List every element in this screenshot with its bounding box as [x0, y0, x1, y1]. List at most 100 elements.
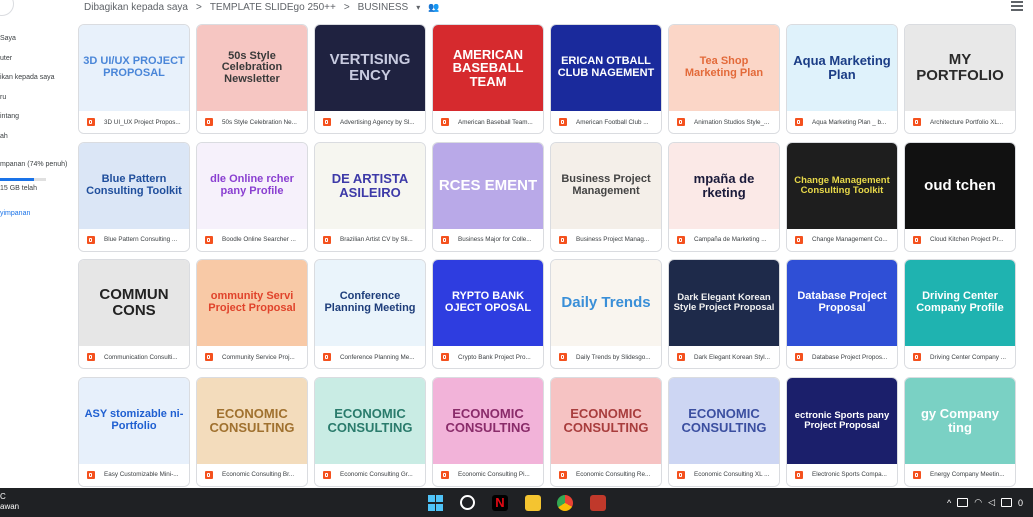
file-caption[interactable]: Brazilian Artist CV by Sli...: [315, 228, 425, 251]
file-caption[interactable]: Economic Consulting Br...: [197, 463, 307, 486]
file-caption[interactable]: 50s Style Celebration Ne...: [197, 111, 307, 133]
sidebar-item-trash[interactable]: ah: [0, 133, 8, 140]
file-thumbnail[interactable]: VERTISING ENCY: [315, 25, 425, 111]
file-thumbnail[interactable]: ECONOMIC CONSULTING: [669, 377, 779, 464]
sidebar-item-computers[interactable]: uter: [0, 55, 12, 62]
file-caption[interactable]: 3D UI_UX Project Propos...: [79, 111, 189, 133]
file-card[interactable]: dle Online rcher pany Profile Boodle Onli…: [196, 141, 308, 252]
file-card[interactable]: ECONOMIC CONSULTING Economic Consulting P…: [432, 376, 544, 487]
file-card[interactable]: AMERICAN BASEBALL TEAM American Baseball …: [432, 24, 544, 134]
sidebar-item-starred[interactable]: intang: [0, 113, 19, 120]
file-explorer-icon[interactable]: [525, 495, 541, 511]
file-thumbnail[interactable]: COMMUN CONS: [79, 260, 189, 346]
file-thumbnail[interactable]: dle Online rcher pany Profile: [197, 142, 307, 229]
file-thumbnail[interactable]: ERICAN OTBALL CLUB NAGEMENT: [551, 25, 661, 111]
netflix-icon[interactable]: N: [492, 495, 508, 511]
file-caption[interactable]: Economic Consulting Pi...: [433, 463, 543, 486]
file-caption[interactable]: Boodle Online Searcher ...: [197, 228, 307, 251]
file-caption[interactable]: Architecture Portfolio XL...: [905, 111, 1015, 133]
file-caption[interactable]: Database Project Propos...: [787, 346, 897, 368]
sidebar-item-shared[interactable]: ikan kepada saya: [0, 74, 54, 81]
file-caption[interactable]: Blue Pattern Consulting ...: [79, 228, 189, 251]
file-thumbnail[interactable]: Business Project Management: [551, 142, 661, 229]
breadcrumb-business[interactable]: BUSINESS: [358, 2, 409, 13]
file-card[interactable]: 50s Style Celebration Newsletter 50s Styl…: [196, 24, 308, 134]
file-card[interactable]: RCES EMENT Business Major for Colle...: [432, 141, 544, 252]
file-caption[interactable]: Daily Trends by Slidesgo...: [551, 346, 661, 368]
file-thumbnail[interactable]: oud tchen: [905, 142, 1015, 229]
file-thumbnail[interactable]: ECONOMIC CONSULTING: [197, 377, 307, 464]
file-card[interactable]: MY PORTFOLIO Architecture Portfolio XL...: [904, 24, 1016, 134]
breadcrumb-template-folder[interactable]: TEMPLATE SLIDEgo 250++: [210, 2, 336, 13]
file-thumbnail[interactable]: Tea Shop Marketing Plan: [669, 25, 779, 111]
file-thumbnail[interactable]: RYPTO BANK OJECT OPOSAL: [433, 260, 543, 346]
file-card[interactable]: Conference Planning Meeting Conference Pl…: [314, 259, 426, 369]
file-caption[interactable]: Driving Center Company ...: [905, 346, 1015, 368]
file-caption[interactable]: Communication Consulti...: [79, 346, 189, 368]
file-card[interactable]: ectronic Sports pany Project Proposal Ele…: [786, 376, 898, 487]
file-thumbnail[interactable]: 3D UI/UX PROJECT PROPOSAL: [79, 25, 189, 111]
file-caption[interactable]: Electronic Sports Compa...: [787, 463, 897, 486]
file-thumbnail[interactable]: Conference Planning Meeting: [315, 260, 425, 346]
display-icon[interactable]: [957, 498, 969, 507]
file-thumbnail[interactable]: Blue Pattern Consulting Toolkit: [79, 142, 189, 229]
file-thumbnail[interactable]: ECONOMIC CONSULTING: [433, 377, 543, 464]
breadcrumb-shared-with-me[interactable]: Dibagikan kepada saya: [84, 2, 188, 13]
file-caption[interactable]: Business Major for Colle...: [433, 228, 543, 251]
file-thumbnail[interactable]: Database Project Proposal: [787, 260, 897, 346]
file-thumbnail[interactable]: Dark Elegant Korean Style Project Propos…: [669, 260, 779, 346]
file-card[interactable]: mpaña de rketing Campaña de Marketing ...: [668, 141, 780, 252]
file-caption[interactable]: Campaña de Marketing ...: [669, 228, 779, 251]
file-card[interactable]: Blue Pattern Consulting Toolkit Blue Patt…: [78, 141, 190, 252]
file-thumbnail[interactable]: ECONOMIC CONSULTING: [315, 377, 425, 464]
file-card[interactable]: ECONOMIC CONSULTING Economic Consulting G…: [314, 376, 426, 487]
file-card[interactable]: VERTISING ENCY Advertising Agency by Sl..…: [314, 24, 426, 134]
file-caption[interactable]: Crypto Bank Project Pro...: [433, 346, 543, 368]
file-card[interactable]: ECONOMIC CONSULTING Economic Consulting R…: [550, 376, 662, 487]
file-caption[interactable]: Community Service Proj...: [197, 346, 307, 368]
file-thumbnail[interactable]: 50s Style Celebration Newsletter: [197, 25, 307, 111]
file-card[interactable]: Business Project Management Business Proj…: [550, 141, 662, 252]
file-thumbnail[interactable]: Daily Trends: [551, 260, 661, 346]
buy-storage-button[interactable]: yimpanan: [0, 210, 30, 217]
file-thumbnail[interactable]: Aqua Marketing Plan: [787, 25, 897, 111]
windows-start-icon[interactable]: [428, 495, 444, 511]
file-caption[interactable]: Dark Elegant Korean Styl...: [669, 346, 779, 368]
file-card[interactable]: ERICAN OTBALL CLUB NAGEMENT American Foot…: [550, 24, 662, 134]
file-caption[interactable]: American Football Club ...: [551, 111, 661, 133]
file-caption[interactable]: Conference Planning Me...: [315, 346, 425, 368]
file-card[interactable]: Database Project Proposal Database Projec…: [786, 259, 898, 369]
file-card[interactable]: 3D UI/UX PROJECT PROPOSAL 3D UI_UX Projec…: [78, 24, 190, 134]
file-thumbnail[interactable]: gy Company ting: [905, 377, 1015, 464]
list-view-icon[interactable]: [1011, 1, 1023, 11]
file-caption[interactable]: Change Management Co...: [787, 228, 897, 251]
file-card[interactable]: COMMUN CONS Communication Consulti...: [78, 259, 190, 369]
file-caption[interactable]: Economic Consulting Re...: [551, 463, 661, 486]
wifi-icon[interactable]: ◠: [974, 497, 982, 508]
file-card[interactable]: Daily Trends Daily Trends by Slidesgo...: [550, 259, 662, 369]
file-caption[interactable]: American Baseball Team...: [433, 111, 543, 133]
file-caption[interactable]: Animation Studios Style_...: [669, 111, 779, 133]
file-caption[interactable]: Easy Customizable Mini-...: [79, 463, 189, 486]
file-thumbnail[interactable]: DE ARTISTA ASILEIRO: [315, 142, 425, 229]
chevron-down-icon[interactable]: ▾: [416, 3, 420, 12]
file-thumbnail[interactable]: mpaña de rketing: [669, 142, 779, 229]
file-caption[interactable]: Business Project Manag...: [551, 228, 661, 251]
volume-icon[interactable]: ◁: [988, 497, 995, 508]
weather-widget[interactable]: C awan: [0, 492, 19, 512]
file-caption[interactable]: Economic Consulting XL ...: [669, 463, 779, 486]
new-button[interactable]: [0, 0, 14, 16]
file-card[interactable]: Driving Center Company Profile Driving Ce…: [904, 259, 1016, 369]
file-caption[interactable]: Advertising Agency by Sl...: [315, 111, 425, 133]
chevron-up-icon[interactable]: ^: [947, 498, 951, 508]
file-thumbnail[interactable]: MY PORTFOLIO: [905, 25, 1015, 111]
file-card[interactable]: Aqua Marketing Plan Aqua Marketing Plan _…: [786, 24, 898, 134]
file-thumbnail[interactable]: Driving Center Company Profile: [905, 260, 1015, 346]
clock-partial[interactable]: 0: [1018, 498, 1023, 508]
file-caption[interactable]: Aqua Marketing Plan _ b...: [787, 111, 897, 133]
file-thumbnail[interactable]: AMERICAN BASEBALL TEAM: [433, 25, 543, 111]
file-caption[interactable]: Cloud Kitchen Project Pr...: [905, 228, 1015, 251]
file-thumbnail[interactable]: ECONOMIC CONSULTING: [551, 377, 661, 464]
file-thumbnail[interactable]: ASY stomizable ni-Portfolio: [79, 377, 189, 464]
sidebar-item-recent[interactable]: ru: [0, 94, 6, 101]
